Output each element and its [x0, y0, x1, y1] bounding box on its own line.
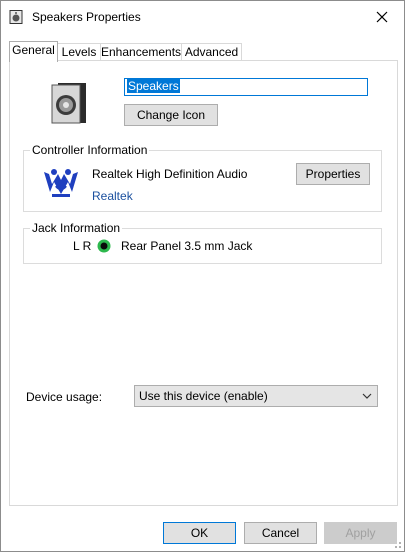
close-icon [376, 11, 388, 23]
speaker-icon [51, 83, 86, 124]
tab-enhancements[interactable]: Enhancements [100, 43, 182, 61]
device-name-input[interactable]: Speakers [124, 78, 368, 96]
jack-description: Rear Panel 3.5 mm Jack [121, 239, 253, 253]
resize-grip-icon[interactable] [392, 539, 402, 549]
device-usage-label: Device usage: [26, 390, 103, 404]
change-icon-button[interactable]: Change Icon [124, 104, 218, 126]
general-panel: Speakers Change Icon Controller Informat… [9, 60, 398, 506]
properties-button[interactable]: Properties [296, 163, 370, 185]
device-name-text: Speakers [127, 79, 180, 93]
controller-name: Realtek High Definition Audio [92, 167, 248, 181]
apply-button[interactable]: Apply [324, 522, 397, 544]
device-usage-select[interactable]: Use this device (enable) [134, 385, 378, 407]
chevron-down-icon [362, 393, 372, 399]
realtek-logo [44, 169, 78, 197]
title-bar: Speakers Properties [1, 1, 404, 33]
close-button[interactable] [360, 1, 404, 33]
tab-levels[interactable]: Levels [57, 43, 101, 61]
controller-vendor-link[interactable]: Realtek [92, 189, 133, 203]
controller-info-title: Controller Information [30, 143, 150, 157]
jack-channels: L R [73, 239, 92, 253]
cancel-button[interactable]: Cancel [244, 522, 317, 544]
speaker-small-icon [9, 10, 23, 24]
controller-info-group: Controller Information Realtek High Defi… [23, 143, 382, 212]
jack-info-group: Jack Information L R Rear Panel 3.5 mm J… [23, 221, 382, 264]
ok-button[interactable]: OK [163, 522, 236, 544]
tab-advanced[interactable]: Advanced [181, 43, 242, 61]
dialog-window: Speakers Properties General Levels Enhan… [0, 0, 405, 552]
window-title: Speakers Properties [32, 10, 141, 24]
device-usage-value: Use this device (enable) [139, 389, 268, 403]
jack-green-icon [97, 239, 111, 253]
tab-general[interactable]: General [9, 41, 58, 62]
jack-info-title: Jack Information [30, 221, 123, 235]
